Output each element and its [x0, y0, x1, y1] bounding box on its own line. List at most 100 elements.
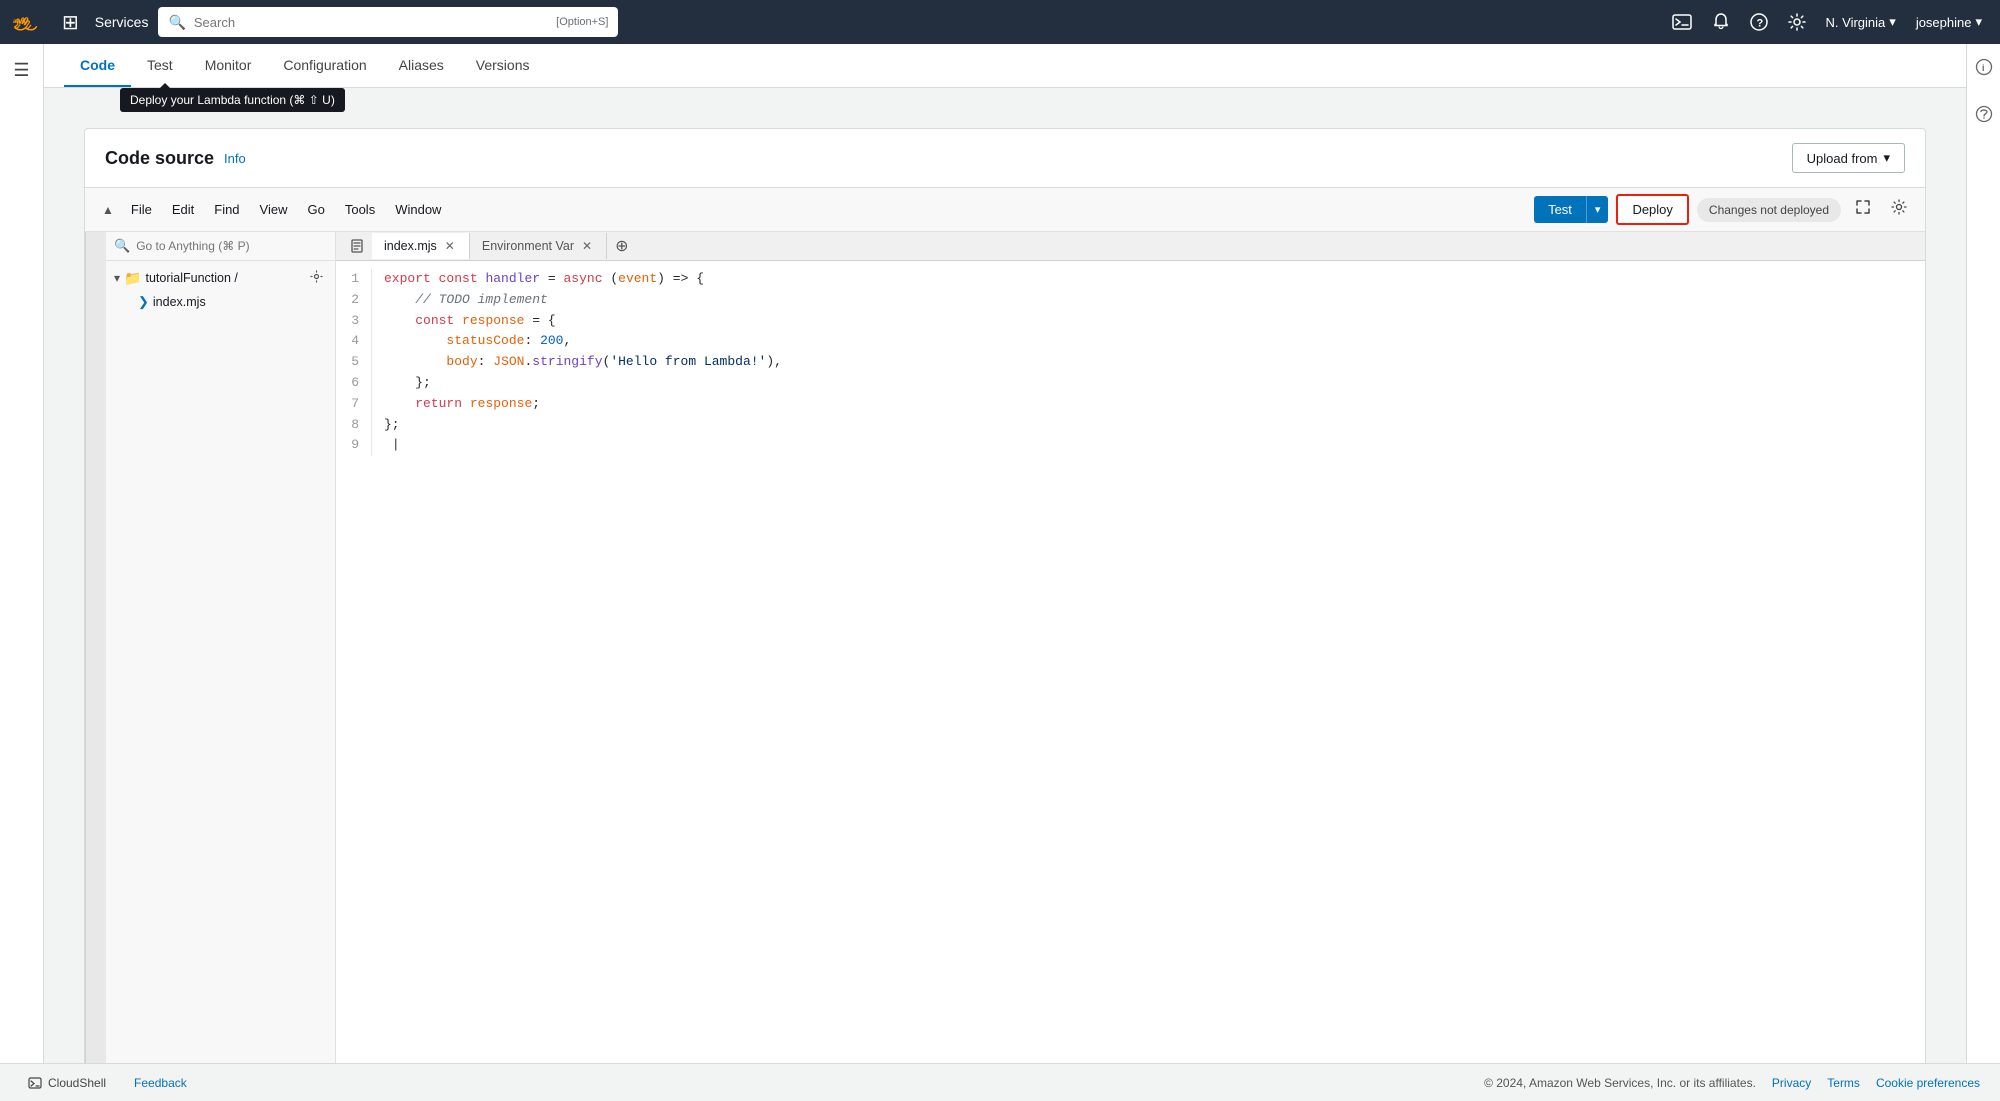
ide-menu-find[interactable]: Find — [206, 198, 247, 221]
editor-tab-env-var[interactable]: Environment Var ✕ — [470, 233, 607, 259]
grid-icon[interactable]: ⊞ — [56, 4, 85, 41]
test-button[interactable]: Test — [1534, 196, 1586, 223]
deploy-button[interactable]: Deploy — [1616, 194, 1688, 225]
left-sidebar: ☰ — [0, 44, 44, 1063]
main-content: Code Test Monitor Configuration Aliases … — [44, 44, 1966, 1063]
upload-from-button[interactable]: Upload from ▾ — [1792, 143, 1905, 173]
tabs-bar: Code Test Monitor Configuration Aliases … — [44, 44, 1966, 88]
code-line-2: // TODO implement — [384, 290, 1913, 311]
file-name: index.mjs — [153, 295, 206, 309]
right-sidebar-icon-2[interactable] — [1971, 101, 1997, 132]
terminal-icon-button[interactable] — [1664, 8, 1700, 36]
tab-code[interactable]: Code — [64, 45, 131, 87]
copyright-text: © 2024, Amazon Web Services, Inc. or its… — [1484, 1076, 1756, 1090]
cloudshell-button[interactable]: CloudShell — [20, 1072, 114, 1094]
ide-toolbar: ▲ File Edit Find View Go Tools Window Te… — [85, 188, 1925, 232]
ide-settings-button[interactable] — [1885, 195, 1913, 224]
terms-link[interactable]: Terms — [1827, 1076, 1860, 1090]
file-tree-search-icon: 🔍 — [114, 238, 130, 254]
sidebar-toggle-button[interactable]: ☰ — [7, 54, 35, 87]
code-source-panel: Code source Info Upload from ▾ ▲ File Ed… — [84, 128, 1926, 1063]
username-label: josephine — [1916, 15, 1972, 30]
code-line-8: }; — [384, 415, 1913, 436]
info-link[interactable]: Info — [224, 151, 246, 166]
folder-name: tutorialFunction / — [145, 271, 237, 285]
code-line-7: return response; — [384, 394, 1913, 415]
code-area[interactable]: 1 2 3 4 5 6 7 8 9 — [336, 261, 1925, 1063]
ide-menu-view[interactable]: View — [252, 198, 296, 221]
user-menu[interactable]: josephine ▾ — [1908, 8, 1990, 36]
ide-collapse-button[interactable]: ▲ — [97, 200, 119, 220]
editor-tab-file-icon — [342, 233, 372, 259]
code-line-1: export const handler = async (event) => … — [384, 269, 1913, 290]
tab-monitor[interactable]: Monitor — [189, 45, 268, 87]
editor-tab-index-mjs[interactable]: index.mjs ✕ — [372, 233, 470, 259]
top-navigation: aws ⊞ Services 🔍 [Option+S] ? N. Virgini… — [0, 0, 2000, 44]
aws-logo: aws — [10, 4, 46, 40]
ide-body: Environment 🔍 ▾ 📁 tutorialFunction / — [85, 232, 1925, 1063]
code-line-9 — [384, 435, 1913, 456]
footer: CloudShell Feedback © 2024, Amazon Web S… — [0, 1063, 2000, 1101]
upload-from-dropdown-icon: ▾ — [1883, 150, 1890, 166]
help-button[interactable]: ? — [1742, 7, 1776, 37]
test-dropdown-button[interactable]: ▾ — [1586, 196, 1609, 223]
code-source-heading: Code source — [105, 148, 214, 169]
footer-left: CloudShell Feedback — [20, 1072, 195, 1094]
ide-left-panel: Environment 🔍 ▾ 📁 tutorialFunction / — [85, 232, 336, 1063]
svg-text:aws: aws — [13, 18, 26, 25]
tree-folder-item[interactable]: ▾ 📁 tutorialFunction / — [106, 265, 335, 291]
feedback-button[interactable]: Feedback — [126, 1072, 195, 1094]
footer-right: © 2024, Amazon Web Services, Inc. or its… — [1484, 1076, 1980, 1090]
file-tree-search-input[interactable] — [136, 239, 327, 253]
ide-menu-edit[interactable]: Edit — [164, 198, 202, 221]
cloudshell-label: CloudShell — [48, 1076, 106, 1090]
code-source-title: Code source Info — [105, 148, 246, 169]
code-line-3: const response = { — [384, 311, 1913, 332]
services-nav-item[interactable]: Services — [95, 14, 149, 30]
ide-menu-go[interactable]: Go — [300, 198, 333, 221]
ide-menu-window[interactable]: Window — [387, 198, 449, 221]
file-tree-content: ▾ 📁 tutorialFunction / ❯ index.mjs — [106, 261, 335, 1063]
tab-versions[interactable]: Versions — [460, 45, 546, 87]
region-dropdown-icon: ▾ — [1889, 14, 1896, 30]
notifications-button[interactable] — [1704, 7, 1738, 37]
environment-label: Environment — [85, 232, 106, 1063]
tab-test[interactable]: Test — [131, 45, 189, 87]
cookie-preferences-link[interactable]: Cookie preferences — [1876, 1076, 1980, 1090]
user-dropdown-icon: ▾ — [1975, 14, 1982, 30]
code-content: export const handler = async (event) => … — [384, 269, 1925, 456]
ide-expand-button[interactable] — [1849, 195, 1877, 224]
editor-tab-close-button[interactable]: ✕ — [443, 240, 457, 252]
test-button-group: Test ▾ — [1534, 196, 1608, 223]
svg-text:?: ? — [1756, 18, 1763, 30]
privacy-link[interactable]: Privacy — [1772, 1076, 1811, 1090]
editor-tab-env-close-button[interactable]: ✕ — [580, 240, 594, 252]
upload-from-label: Upload from — [1807, 151, 1878, 166]
file-tree-search-bar: 🔍 — [106, 232, 335, 261]
line-numbers: 1 2 3 4 5 6 7 8 9 — [336, 269, 372, 456]
search-bar[interactable]: 🔍 [Option+S] — [158, 7, 618, 37]
file-icon: ❯ — [138, 294, 149, 310]
region-label: N. Virginia — [1826, 15, 1886, 30]
file-tree: 🔍 ▾ 📁 tutorialFunction / — [106, 232, 336, 1063]
code-source-header: Code source Info Upload from ▾ — [85, 129, 1925, 188]
editor-tabs: index.mjs ✕ Environment Var ✕ ⊕ — [336, 232, 1925, 261]
search-input[interactable] — [194, 15, 548, 30]
region-selector[interactable]: N. Virginia ▾ — [1818, 8, 1904, 36]
tree-file-item[interactable]: ❯ index.mjs — [106, 291, 335, 313]
code-editor: index.mjs ✕ Environment Var ✕ ⊕ — [336, 232, 1925, 1063]
tab-aliases[interactable]: Aliases — [383, 45, 460, 87]
folder-settings-button[interactable] — [306, 268, 327, 288]
editor-tab-env-label: Environment Var — [482, 239, 574, 253]
right-mini-sidebar: i — [1966, 44, 2000, 1063]
code-line-6: }; — [384, 373, 1913, 394]
ide-menu-file[interactable]: File — [123, 198, 160, 221]
right-sidebar-icon-1[interactable]: i — [1971, 54, 1997, 85]
add-tab-button[interactable]: ⊕ — [607, 232, 636, 260]
code-line-4: statusCode: 200, — [384, 331, 1913, 352]
settings-button[interactable] — [1780, 7, 1814, 37]
svg-text:i: i — [1982, 63, 1985, 73]
code-line-5: body: JSON.stringify('Hello from Lambda!… — [384, 352, 1913, 373]
tab-configuration[interactable]: Configuration — [267, 45, 382, 87]
ide-menu-tools[interactable]: Tools — [337, 198, 383, 221]
